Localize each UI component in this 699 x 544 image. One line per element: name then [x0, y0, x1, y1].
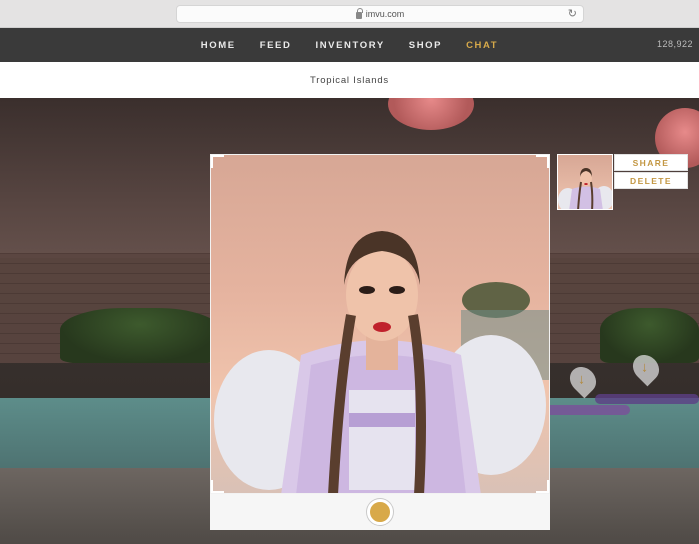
nav-feed[interactable]: FEED: [260, 40, 292, 51]
reload-icon[interactable]: ↻: [568, 7, 577, 20]
delete-button[interactable]: DELETE: [614, 172, 688, 189]
credits-count[interactable]: 128,922: [657, 39, 693, 49]
frame-corner: [211, 155, 224, 168]
pool-float: [595, 394, 699, 404]
share-button[interactable]: SHARE: [614, 154, 688, 171]
snapshot-thumbnail[interactable]: [557, 154, 613, 210]
top-navigation: HOME FEED INVENTORY SHOP CHAT 128,922: [0, 28, 699, 62]
url-text: imvu.com: [365, 9, 405, 19]
address-bar[interactable]: imvu.com ↻: [176, 5, 584, 23]
frame-corner: [536, 480, 549, 493]
nav-chat[interactable]: CHAT: [466, 40, 498, 51]
lock-icon: [355, 7, 363, 19]
snapshot-avatar-image: [558, 168, 612, 209]
camera-controls: [210, 494, 550, 530]
pool-float: [540, 405, 630, 415]
nav-inventory[interactable]: INVENTORY: [315, 40, 384, 51]
camera-viewfinder[interactable]: [210, 154, 550, 494]
frame-corner: [536, 155, 549, 168]
nav-shop[interactable]: SHOP: [409, 40, 442, 51]
room-title: Tropical Islands: [310, 74, 389, 86]
room-header: Tropical Islands: [0, 62, 699, 98]
avatar-figure: [214, 231, 549, 493]
hedge: [60, 308, 220, 363]
frame-corner: [211, 480, 224, 493]
seat-marker-icon[interactable]: ↓: [564, 361, 602, 399]
nav-home[interactable]: HOME: [201, 40, 236, 51]
browser-toolbar: imvu.com ↻: [0, 0, 699, 28]
shutter-button[interactable]: [367, 499, 393, 525]
